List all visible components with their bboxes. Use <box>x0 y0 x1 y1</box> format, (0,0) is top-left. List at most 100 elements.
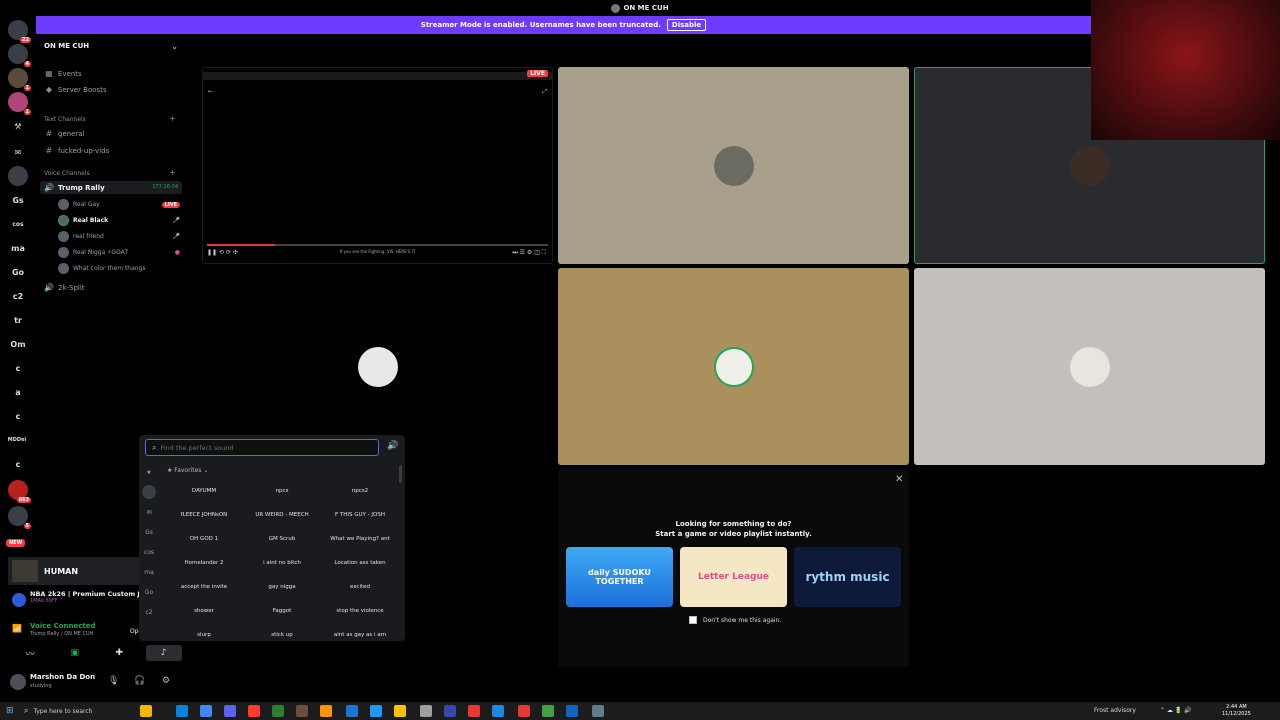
stream-tile[interactable]: LIVE ← ⤢ ❚❚ ⟲ ⟳ ✣ If you see the Fightin… <box>202 67 553 264</box>
server-boosts-link[interactable]: ◆ Server Boosts <box>44 85 107 94</box>
mic-icon[interactable]: 🎙 <box>108 676 119 686</box>
voice-member[interactable]: Real Black 🎤 <box>58 215 180 226</box>
server-icon-c-3[interactable]: c <box>8 454 28 474</box>
sound-button[interactable]: Faggot <box>243 601 321 621</box>
channel-fucked-up-vids[interactable]: # fucked-up-vids <box>44 146 110 155</box>
add-voice-channel-icon[interactable]: + <box>169 168 176 177</box>
server-icon-tr[interactable]: tr <box>8 310 28 330</box>
avatar[interactable] <box>10 674 26 690</box>
activities-icon[interactable]: ✚ <box>101 645 137 661</box>
server-icon-c2[interactable]: c2 <box>142 605 156 619</box>
taskbar-app-icon[interactable] <box>272 705 284 717</box>
taskbar-app-icon[interactable] <box>444 705 456 717</box>
sound-button[interactable]: GM Scrub <box>243 529 321 549</box>
sound-button[interactable]: i aint no bitch <box>243 553 321 573</box>
opera-icon[interactable] <box>248 705 260 717</box>
server-icon-c-2[interactable]: c <box>8 406 28 426</box>
edge-icon[interactable] <box>176 705 188 717</box>
steam-icon[interactable] <box>492 705 504 717</box>
channel-general[interactable]: # general <box>44 129 85 138</box>
server-icon-ma[interactable]: ma <box>8 238 28 258</box>
server-icon-c[interactable]: c <box>8 358 28 378</box>
activity-card-rythm[interactable]: rythm music <box>794 547 901 607</box>
direct-messages-icon[interactable]: 22 <box>8 20 31 43</box>
clock[interactable]: 2:44 AM 11/12/2025 <box>1222 704 1251 718</box>
server-icon-ma[interactable]: ma <box>142 565 156 579</box>
back-arrow-icon[interactable]: ← <box>208 88 213 95</box>
server-icon-go[interactable]: Go <box>8 262 28 282</box>
file-explorer-icon[interactable] <box>394 705 406 717</box>
voice-member[interactable]: Real Nigga ⚡GOAT ● <box>58 247 180 258</box>
voice-member[interactable]: real friend 🎤 <box>58 231 180 242</box>
dont-show-checkbox-row[interactable]: Don't show me this again. <box>689 616 781 624</box>
sound-button[interactable]: UR WEIRD - MEECH <box>243 505 321 525</box>
server-icon-mddel[interactable]: MDDel <box>5 430 29 450</box>
discord-icon[interactable] <box>224 705 236 717</box>
popout-icon[interactable]: ⤢ <box>542 88 547 96</box>
taskbar-app-icon[interactable] <box>296 705 308 717</box>
soundboard-search[interactable]: ⌕ Find the perfect sound <box>145 439 379 456</box>
soundboard-icon[interactable]: ♪ <box>145 645 182 661</box>
server-icon-cos[interactable]: cos <box>8 214 28 234</box>
settings-icon[interactable] <box>420 705 432 717</box>
server-icon[interactable] <box>142 485 156 499</box>
server-icon-gs[interactable]: Gs <box>8 190 28 210</box>
sound-button[interactable]: npcs2 <box>321 481 399 501</box>
voice-channel-row[interactable]: 🔊 Trump Rally <box>44 183 105 192</box>
events-link[interactable]: ▦ Events <box>44 69 81 78</box>
sound-button[interactable]: slurp <box>165 625 243 645</box>
taskbar-app-icon[interactable] <box>140 705 152 717</box>
server-icon-a[interactable]: a <box>8 382 28 402</box>
sound-button[interactable]: shower <box>165 601 243 621</box>
taskbar-search-input[interactable]: Type here to search <box>33 708 92 715</box>
taskbar-app-icon[interactable] <box>592 705 604 717</box>
noise-suppression-icon[interactable]: 〰 <box>12 645 48 661</box>
participant-tile[interactable] <box>558 268 909 465</box>
sound-button[interactable]: aint as gay as i am <box>321 625 399 645</box>
search-input[interactable]: Find the perfect sound <box>160 444 233 452</box>
sound-button[interactable]: accept the invite <box>165 577 243 597</box>
server-icon-gs[interactable]: Gs <box>142 525 156 539</box>
taskbar-app-icon[interactable] <box>346 705 358 717</box>
server-icon-4[interactable]: ⚒ <box>8 116 28 136</box>
voice-channels-category[interactable]: Voice Channels <box>44 170 90 177</box>
voice-member[interactable]: Real Gay LIVE <box>58 199 180 210</box>
voice-status[interactable]: Voice Connected <box>30 622 96 630</box>
sound-button[interactable]: gay nigga <box>243 577 321 597</box>
sound-button[interactable]: stop the violence <box>321 601 399 621</box>
server-icon-cos[interactable]: cos <box>142 545 156 559</box>
taskbar-app-icon[interactable] <box>518 705 530 717</box>
taskbar-app-icon[interactable] <box>370 705 382 717</box>
sound-button[interactable]: What we Playing? ant <box>321 529 399 549</box>
server-icon-6[interactable] <box>8 166 28 186</box>
server-icon-7[interactable]: 863 <box>8 480 31 503</box>
voice-channel-2k-split[interactable]: 🔊 2k-Split <box>44 283 85 292</box>
text-channels-category[interactable]: Text Channels <box>44 116 86 123</box>
server-icon-c2[interactable]: c2 <box>8 286 28 306</box>
sound-button[interactable]: DAYUMM <box>165 481 243 501</box>
sound-button[interactable]: fLEECE JOHNsON <box>165 505 243 525</box>
chrome-icon[interactable] <box>200 705 212 717</box>
taskbar-app-icon[interactable] <box>566 705 578 717</box>
scrollbar[interactable] <box>399 465 402 483</box>
disable-button[interactable]: Disable <box>666 19 707 31</box>
server-icon-1[interactable]: 4 <box>8 44 31 67</box>
server-icon-5[interactable]: ✉ <box>8 142 28 162</box>
checkbox[interactable] <box>689 616 697 624</box>
sound-button[interactable]: Homelander 2 <box>165 553 243 573</box>
signal-icon[interactable]: 📶 <box>12 624 22 633</box>
windows-start-icon[interactable]: ⊞ <box>6 706 14 716</box>
tray-icons[interactable]: ⌃ ☁ 🔋 🔊 <box>1160 707 1192 714</box>
activity-card-letter-league[interactable]: Letter League <box>680 547 787 607</box>
server-icon-8[interactable]: 5 <box>8 506 31 529</box>
favorites-header[interactable]: ★ Favorites ⌄ <box>167 467 208 474</box>
close-icon[interactable]: ✕ <box>895 474 903 485</box>
participant-tile[interactable] <box>558 67 909 264</box>
server-icon-2[interactable]: 1 <box>8 68 31 91</box>
screen-share-icon[interactable]: ▣ <box>57 645 93 661</box>
activity-card-sudoku[interactable]: daily SUDOKU TOGETHER <box>566 547 673 607</box>
server-icon-3[interactable]: 1 <box>8 92 31 115</box>
add-text-channel-icon[interactable]: + <box>169 114 176 123</box>
server-header[interactable]: ON ME CUH ⌄ <box>36 34 186 58</box>
participant-tile[interactable] <box>914 268 1265 465</box>
